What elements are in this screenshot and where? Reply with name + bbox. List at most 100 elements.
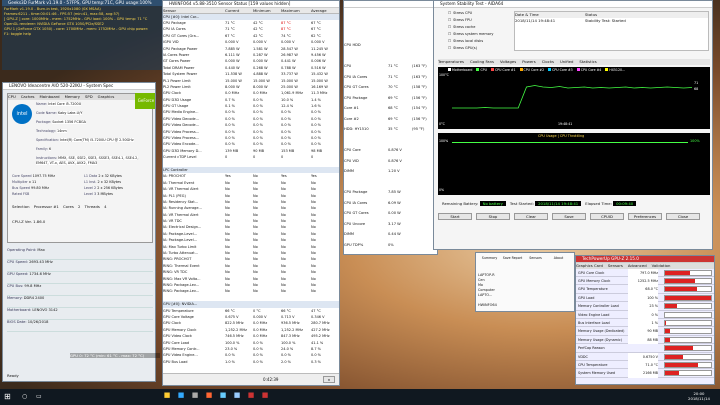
gpuz-sensor-row: System Memory Used 2166 MB (576, 369, 714, 378)
cpuz-cache: L1 Data 2 x 32 KBytes L1 Inst. 2 x 32 KBy… (84, 174, 152, 198)
gpuz-icon[interactable]: ■ (258, 391, 272, 399)
edge-icon[interactable]: ■ (174, 391, 188, 399)
tab-graphics[interactable]: Graphics (98, 94, 115, 99)
sensor-value: No (253, 289, 258, 294)
system-spec-window: LENOVO Ideacentre AIO 520-22IKU - System… (2, 82, 156, 382)
cpuz-icon[interactable]: ■ (216, 391, 230, 399)
store-icon[interactable]: ■ (188, 391, 202, 399)
hwinfo-close-button[interactable]: × (323, 376, 335, 383)
stress-check[interactable]: ☐ Stress system memory (448, 32, 508, 39)
sensor-value: 0 (253, 155, 256, 160)
gpuz-graph-fill (665, 337, 670, 342)
save-button[interactable]: Save (552, 213, 586, 220)
check-label: Stress system memory (453, 32, 494, 36)
gpuz-graph (664, 294, 712, 301)
close-button[interactable]: Close (666, 213, 700, 220)
gpuz-value: 1 % (628, 318, 658, 328)
label: Level 2 (84, 186, 98, 190)
stress-check[interactable]: ☐ Stress cache (448, 25, 508, 32)
stress-check[interactable]: ☐ Stress FPU (448, 18, 508, 25)
about-button[interactable]: About (547, 256, 570, 260)
sensor-row: RING: Package-Lev... No No No No (163, 288, 339, 294)
sensor-panel-row: DIMM 0.44 W (344, 229, 437, 240)
checkbox-icon[interactable]: ☐ (448, 18, 451, 22)
sensor-value: 1.0 % (225, 359, 236, 364)
legend-item: CPU Core #1 (490, 68, 516, 72)
aida-tab-powers[interactable]: Powers (522, 59, 535, 64)
sensor-panel-row (344, 135, 437, 146)
spec-label: Operating Point: (7, 248, 38, 252)
tab-caches[interactable]: Caches (21, 94, 35, 99)
gpuz-sensor-row: Memory Usage (Dynamic) 88 MB (576, 335, 714, 345)
sensor-panel-row: CPU Package 7.85 W (344, 187, 437, 198)
summary-button[interactable]: Summary (478, 256, 501, 260)
search-icon[interactable]: ○ (22, 393, 27, 400)
footer-item: Selection (12, 204, 31, 209)
gpuz-tab-advanced[interactable]: Advanced (628, 263, 647, 268)
tab-memory[interactable]: Memory (65, 94, 80, 99)
check-label: Stress GPU(s) (453, 46, 477, 50)
checkbox-icon[interactable]: ☐ (448, 32, 451, 36)
gpuz-tab-graphics-card[interactable]: Graphics Card (576, 263, 603, 268)
start-button[interactable]: ⊞ (4, 392, 14, 402)
gpuz-sensor-row: Memory Controller Load 23 % (576, 302, 714, 311)
sensor-value: No (281, 289, 286, 294)
save-report-button[interactable]: Save Report (501, 256, 524, 260)
file-explorer-icon[interactable]: ■ (160, 391, 174, 399)
sensor-panel-row: CPU 71 °C (163 °F) (344, 61, 437, 72)
stop-button[interactable]: Stop (476, 213, 510, 220)
aida-icon[interactable]: ■ (244, 391, 258, 399)
aida-date-value: 2018/11/14 19:48:41 (515, 17, 556, 23)
sensor-panel-row: GPU TDP% 0% (344, 240, 437, 251)
sensor-value: No (225, 289, 230, 294)
sensors-button[interactable]: Sensors (524, 256, 547, 260)
checkbox-icon[interactable]: ☐ (448, 39, 451, 43)
stress-check[interactable]: ☐ Stress GPU(s) (448, 46, 508, 53)
cpuz-clocks: Core Speed 1097.75 MHz Multiplier x 11 Bus… (12, 174, 80, 198)
aida-tab-clocks[interactable]: Clocks (542, 59, 554, 64)
preferences-button[interactable]: Preferences (628, 213, 662, 220)
checkbox-icon[interactable]: ☐ (448, 46, 451, 50)
sensor-panel-cell: 3.17 W (388, 221, 401, 226)
gpuz-sensor-row: Bus Interface Load 1 % (576, 318, 714, 328)
tab-spd[interactable]: SPD (85, 94, 93, 99)
hwinfo-icon[interactable]: ■ (230, 391, 244, 399)
checkbox-icon[interactable]: ☐ (448, 11, 451, 15)
aida-tab-statistics[interactable]: Statistics (579, 59, 596, 64)
stress-check[interactable]: ☐ Stress CPU (448, 11, 508, 18)
gpuz-tab-validation[interactable]: Validation (652, 263, 671, 268)
furmark-icon[interactable]: ■ (202, 391, 216, 399)
tab-mainboard[interactable]: Mainboard (40, 94, 60, 99)
aida-buttons: Start Stop Clear Save CPUID Preferences Close (438, 213, 710, 220)
task-view-icon[interactable]: ▭ (36, 393, 42, 400)
sensor-panel-cell: 7.85 W (388, 190, 401, 194)
sensor-panel-cell: Core #2 (344, 116, 359, 121)
clear-button[interactable]: Clear (514, 213, 548, 220)
aida-tab-temperatures[interactable]: Temperatures (438, 59, 464, 64)
sensor-value: 0 (281, 155, 284, 160)
temperature-plot (452, 85, 692, 109)
start-button[interactable]: Start (438, 213, 472, 220)
checkbox-icon[interactable]: ☐ (448, 25, 451, 29)
tree-item[interactable]: LAPTO... (478, 293, 574, 298)
hwinfo-title: HWiNFO64 v5.88-3510 Sensor Status [159 v… (163, 1, 339, 8)
gpuz-label: GPU Core Clock (578, 270, 605, 275)
sensor-value: 0 (311, 155, 314, 160)
cpuid-button[interactable]: CPUID (590, 213, 624, 220)
gpuz-value: 90 MB (628, 327, 658, 336)
tab-cpu[interactable]: CPU (8, 94, 16, 99)
check-label: Stress local disks (453, 39, 484, 43)
legend-swatch (519, 68, 523, 71)
aida-tab-cooling-fans[interactable]: Cooling Fans (470, 59, 494, 64)
aida-tab-voltages[interactable]: Voltages (500, 59, 516, 64)
sensor-panel-cell: 35 °C (388, 127, 399, 131)
gpuz-graph-fill (665, 278, 695, 283)
sensor-panel-cell: 0.00 W (388, 211, 401, 215)
aida-tab-unified[interactable]: Unified (560, 59, 573, 64)
stress-check[interactable]: ☐ Stress local disks (448, 39, 508, 46)
gpuz-graph-fill (665, 362, 699, 367)
sensor-name: RING: Package-Lev... (163, 289, 200, 294)
sensor-value: 0.3 % (311, 359, 322, 364)
gpuz-tab-sensors[interactable]: Sensors (608, 263, 623, 268)
furmark-gpu-status: GPU 0: 72 °C (min: 61 °C - max: 72 °C) (70, 353, 160, 358)
